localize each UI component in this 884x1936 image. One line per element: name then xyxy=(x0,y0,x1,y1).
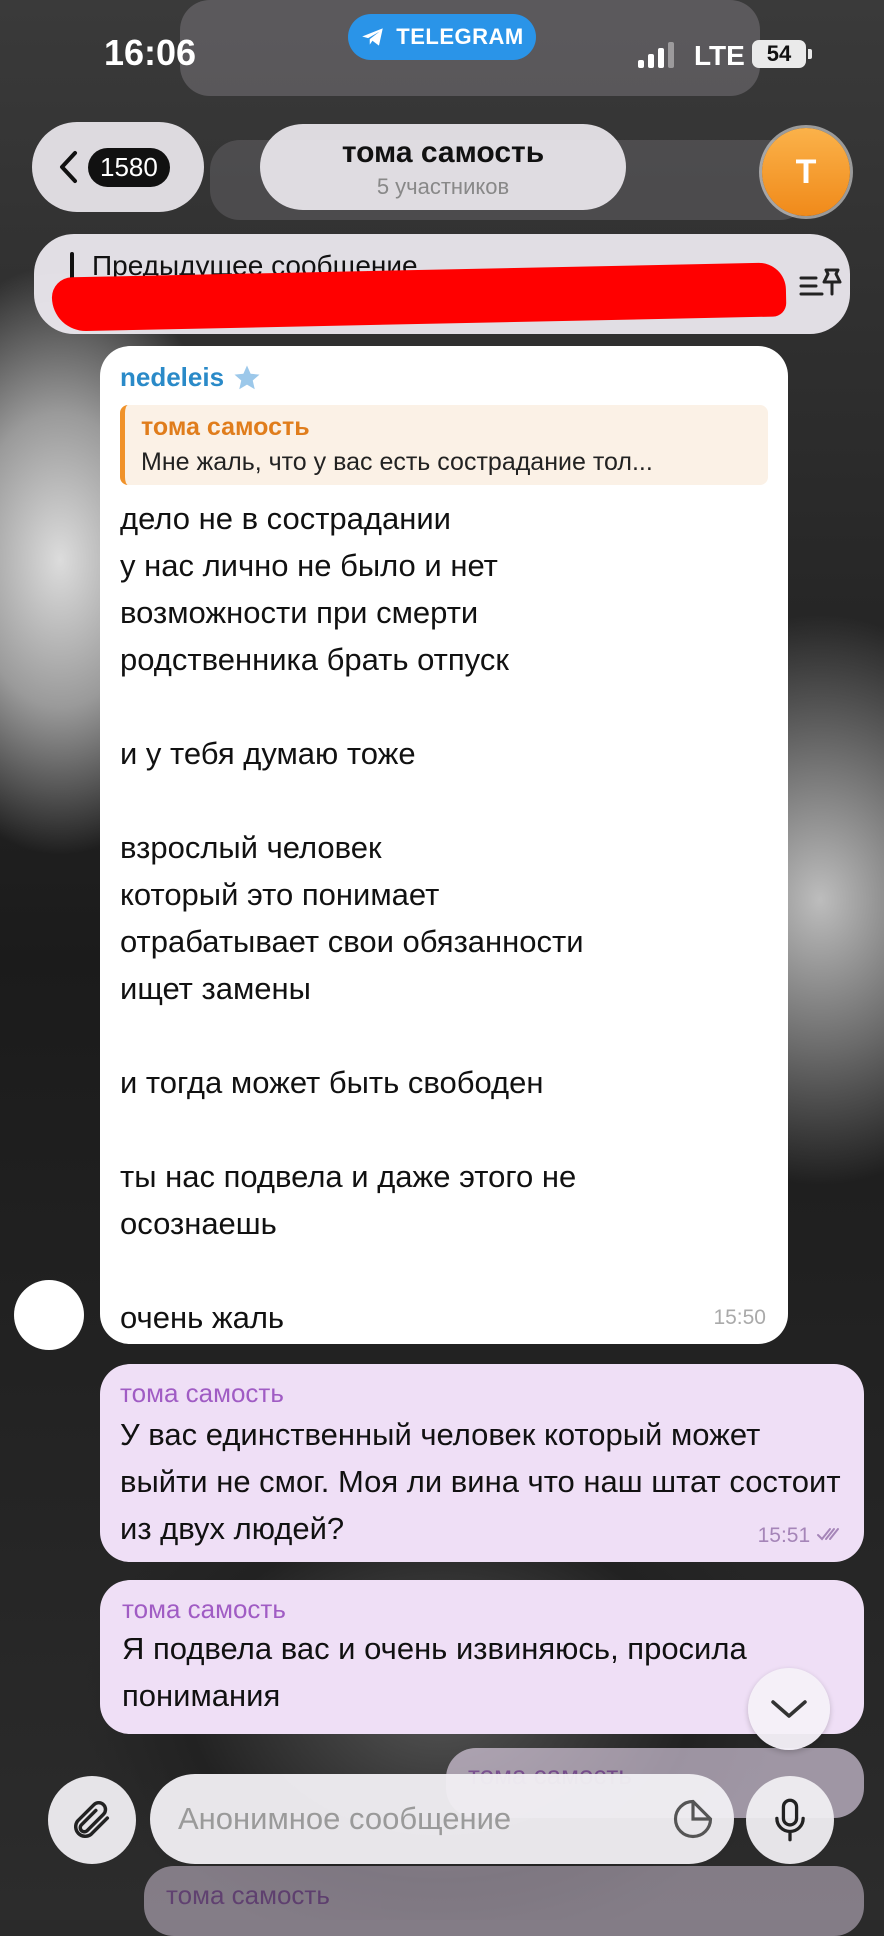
chat-avatar[interactable]: Т xyxy=(762,128,850,216)
battery-level: 54 xyxy=(766,41,792,66)
unread-count-badge: 1580 xyxy=(88,147,170,187)
network-type: LTE xyxy=(694,40,745,71)
pin-list-icon[interactable] xyxy=(798,264,844,304)
chevron-down-icon xyxy=(771,1700,807,1718)
reply-quote[interactable]: тома самость Мне жаль, что у вас есть со… xyxy=(120,405,768,485)
message-sender: nedeleis xyxy=(120,362,768,393)
sender-name: nedeleis xyxy=(120,362,225,392)
double-check-icon xyxy=(817,1528,839,1541)
message-sender: тома самость xyxy=(122,1594,286,1624)
outgoing-message[interactable]: тома самость У вас единственный человек … xyxy=(100,1364,864,1562)
chat-title-pill[interactable]: тома самость 5 участников xyxy=(260,124,626,210)
message-text: У вас единственный человек который может… xyxy=(120,1417,841,1546)
telegram-pill-label: TELEGRAM xyxy=(396,24,524,49)
scroll-to-bottom-button[interactable] xyxy=(748,1668,830,1750)
back-button[interactable]: 1580 xyxy=(32,122,204,212)
status-time: 16:06 xyxy=(104,32,197,73)
pinned-message-bar[interactable]: Предыдущее сообщение ... xyxy=(34,234,850,334)
message-sender: тома самость xyxy=(166,1880,330,1910)
time-text: 15:51 xyxy=(757,1524,811,1547)
sender-avatar[interactable] xyxy=(14,1280,84,1350)
battery-icon: 54 xyxy=(752,40,812,68)
message-time: 15:51 xyxy=(758,1524,842,1548)
message-text: дело не в сострадании у нас лично не был… xyxy=(120,501,584,1335)
message-sender: тома самость xyxy=(120,1378,284,1408)
microphone-icon xyxy=(775,1798,805,1842)
reply-text: Мне жаль, что у вас есть сострадание тол… xyxy=(141,448,653,476)
message-input-container[interactable] xyxy=(150,1774,734,1864)
signal-icon xyxy=(638,40,674,68)
attach-button[interactable] xyxy=(48,1776,136,1864)
message-text: Я подвела вас и очень извиняюсь, просила… xyxy=(122,1631,747,1713)
telegram-return-pill[interactable]: TELEGRAM xyxy=(348,14,536,60)
outgoing-message[interactable]: тома самость xyxy=(144,1866,864,1936)
reply-sender: тома самость xyxy=(141,413,310,441)
message-time: 15:50 xyxy=(713,1306,766,1329)
sticker-icon[interactable] xyxy=(672,1798,714,1840)
incoming-message[interactable]: nedeleis тома самость Мне жаль, что у ва… xyxy=(100,346,788,1344)
star-icon xyxy=(234,365,260,389)
chat-subtitle: 5 участников xyxy=(376,174,510,199)
message-input[interactable] xyxy=(176,1800,660,1838)
telegram-icon xyxy=(362,28,384,46)
voice-record-button[interactable] xyxy=(746,1776,834,1864)
chevron-left-icon xyxy=(60,151,77,183)
paperclip-icon xyxy=(74,1801,110,1838)
chat-title: тома самость xyxy=(341,136,545,169)
avatar-letter: Т xyxy=(795,152,817,191)
